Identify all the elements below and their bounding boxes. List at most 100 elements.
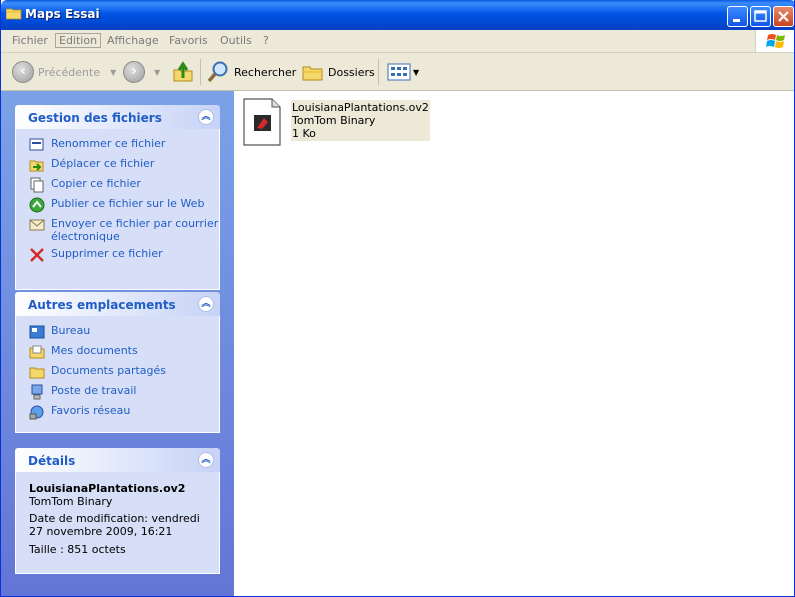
details-header[interactable]: Détails ︽ (15, 448, 220, 472)
task-move-label: Déplacer ce fichier (51, 157, 155, 170)
windows-flag-icon (766, 34, 785, 48)
place-network[interactable]: Favoris réseau (16, 404, 219, 424)
search-button[interactable]: Rechercher (207, 61, 296, 83)
delete-icon (30, 248, 44, 262)
computer-icon (31, 384, 43, 400)
forward-dropdown-icon[interactable]: ▼ (154, 68, 160, 77)
place-my-documents[interactable]: Mes documents (16, 344, 219, 364)
menu-outils[interactable]: Outils (220, 34, 252, 47)
network-icon (29, 405, 44, 420)
place-network-label: Favoris réseau (51, 404, 131, 417)
rename-icon (29, 138, 44, 151)
back-label: Précédente (38, 65, 101, 79)
task-copy-label: Copier ce fichier (51, 177, 141, 190)
menu-edition[interactable]: Edition (55, 33, 102, 48)
place-desktop[interactable]: Bureau (16, 324, 219, 344)
title-bar[interactable]: Maps Essai (1, 0, 794, 30)
collapse-icon[interactable]: ︽ (198, 296, 214, 312)
forward-button[interactable]: › ▼ (123, 61, 160, 83)
folders-button[interactable]: Dossiers (301, 61, 375, 83)
maximize-icon (754, 10, 767, 22)
task-email[interactable]: Envoyer ce fichier par courrier électron… (16, 217, 219, 247)
folder-icon (6, 8, 22, 20)
other-places-header[interactable]: Autres emplacements ︽ (15, 292, 220, 316)
other-places-panel: Autres emplacements ︽ Bureau Mes documen… (15, 292, 220, 433)
task-delete-label: Supprimer ce fichier (51, 247, 163, 260)
forward-arrow-icon: › (123, 61, 145, 83)
task-email-label: Envoyer ce fichier par courrier électron… (51, 217, 219, 243)
details-panel: Détails ︽ LouisianaPlantations.ov2 TomTo… (15, 448, 220, 574)
views-icon (387, 63, 411, 81)
minimize-button[interactable] (727, 6, 748, 27)
views-button[interactable]: ▼ (387, 61, 419, 83)
copy-icon (30, 177, 44, 193)
shared-folder-icon (29, 367, 45, 379)
task-rename[interactable]: Renommer ce fichier (16, 137, 219, 157)
my-documents-icon (29, 345, 45, 359)
file-size: 1 Ko (292, 127, 316, 140)
globe-icon (29, 197, 45, 213)
views-dropdown-icon: ▼ (413, 67, 420, 77)
other-places-title: Autres emplacements (28, 298, 176, 312)
back-dropdown-icon[interactable]: ▼ (110, 68, 116, 77)
up-folder-icon (173, 61, 193, 82)
menu-help[interactable]: ? (263, 34, 269, 47)
toolbar: ‹ Précédente ▼ › ▼ Rechercher Dossiers ▼ (1, 53, 794, 91)
task-publish-label: Publier ce fichier sur le Web (51, 197, 205, 210)
folders-label: Dossiers (328, 65, 375, 79)
search-label: Rechercher (234, 65, 297, 79)
task-rename-label: Renommer ce fichier (51, 137, 166, 150)
details-modified: Date de modification: vendredi 27 novemb… (29, 512, 200, 538)
file-tasks-title: Gestion des fichiers (28, 111, 162, 125)
task-pane: Gestion des fichiers ︽ Renommer ce fichi… (1, 91, 234, 596)
menu-bar: Fichier Edition Affichage Favoris Outils… (1, 30, 794, 53)
menu-favoris[interactable]: Favoris (169, 34, 208, 47)
file-list-area[interactable]: LouisianaPlantations.ov2 TomTom Binary 1… (234, 91, 794, 596)
move-icon (29, 160, 44, 172)
toolbar-separator (200, 59, 201, 85)
close-icon (778, 11, 789, 22)
place-my-documents-label: Mes documents (51, 344, 138, 357)
windows-logo (755, 30, 794, 52)
other-places-body: Bureau Mes documents Documents partagés … (15, 316, 220, 433)
file-type: TomTom Binary (292, 114, 376, 127)
folders-icon (302, 66, 323, 81)
minimize-icon (733, 19, 740, 22)
close-button[interactable] (773, 6, 794, 27)
back-arrow-icon: ‹ (12, 61, 34, 83)
collapse-icon[interactable]: ︽ (198, 109, 214, 125)
details-size: Taille : 851 octets (29, 543, 126, 556)
toolbar-separator (378, 59, 379, 85)
task-move[interactable]: Déplacer ce fichier (16, 157, 219, 177)
search-icon (207, 61, 228, 83)
tomtom-file-icon (243, 98, 281, 146)
details-body: LouisianaPlantations.ov2 TomTom Binary D… (15, 472, 220, 574)
desktop-icon (29, 325, 45, 339)
details-file-type: TomTom Binary (29, 495, 113, 508)
place-my-computer-label: Poste de travail (51, 384, 137, 397)
details-title: Détails (28, 454, 76, 468)
email-icon (29, 219, 45, 231)
menu-affichage[interactable]: Affichage (107, 34, 159, 47)
file-tasks-panel: Gestion des fichiers ︽ Renommer ce fichi… (15, 105, 220, 290)
place-shared-documents-label: Documents partagés (51, 364, 166, 377)
file-label: LouisianaPlantations.ov2 TomTom Binary 1… (291, 100, 430, 141)
up-folder-button[interactable] (172, 61, 194, 83)
file-tasks-body: Renommer ce fichier Déplacer ce fichier … (15, 129, 220, 290)
file-name: LouisianaPlantations.ov2 (292, 101, 429, 114)
place-shared-documents[interactable]: Documents partagés (16, 364, 219, 384)
place-my-computer[interactable]: Poste de travail (16, 384, 219, 404)
details-file-name: LouisianaPlantations.ov2 (29, 482, 186, 495)
place-desktop-label: Bureau (51, 324, 91, 337)
collapse-icon[interactable]: ︽ (198, 452, 214, 468)
maximize-button[interactable] (750, 6, 771, 27)
back-button[interactable]: ‹ Précédente ▼ (12, 61, 116, 83)
window-title: Maps Essai (25, 7, 100, 21)
task-delete[interactable]: Supprimer ce fichier (16, 247, 219, 267)
file-tasks-header[interactable]: Gestion des fichiers ︽ (15, 105, 220, 129)
task-copy[interactable]: Copier ce fichier (16, 177, 219, 197)
explorer-window: Maps Essai Fichier Edition Affichage Fav… (0, 0, 795, 597)
file-item[interactable]: LouisianaPlantations.ov2 TomTom Binary 1… (242, 98, 430, 148)
task-publish[interactable]: Publier ce fichier sur le Web (16, 197, 219, 217)
menu-fichier[interactable]: Fichier (12, 34, 48, 47)
